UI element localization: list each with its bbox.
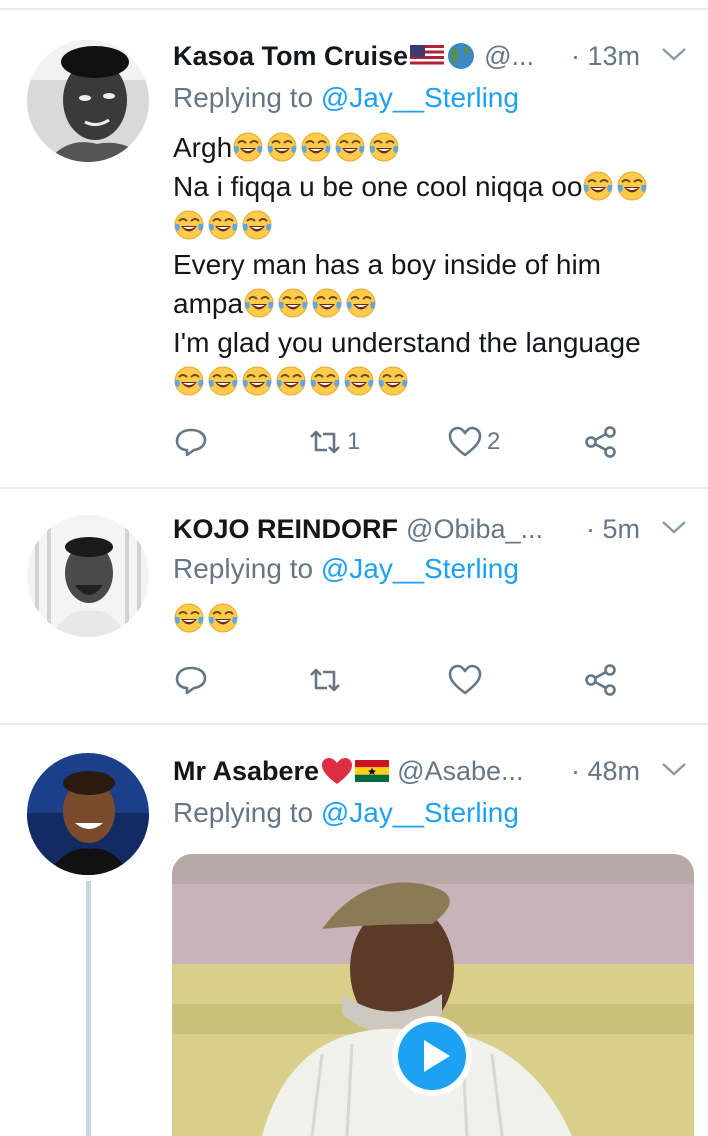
tweet-actions: 1 2 [173, 424, 693, 464]
text-line [173, 206, 693, 245]
red-heart-icon [322, 758, 353, 784]
tears-of-joy-emoji [241, 209, 273, 241]
text-line: I'm glad you understand the language [173, 323, 693, 362]
avatar[interactable] [27, 515, 149, 637]
tweet[interactable]: KOJO REINDORF @Obiba_... · 5m Replying t… [0, 489, 708, 723]
tears-of-joy-emoji [311, 287, 343, 319]
tweet-header: Mr Asabere @Asabe... · 48m [173, 751, 688, 791]
text-line-content: Na i fiqqa u be one cool niqqa oo [173, 171, 583, 202]
share-button[interactable] [583, 424, 619, 460]
globe-icon [448, 43, 475, 69]
text-line-content: Argh [173, 132, 233, 163]
tears-of-joy-emoji [343, 365, 375, 397]
tears-of-joy-emoji [345, 287, 377, 319]
retweet-count: 1 [347, 428, 361, 455]
mention-link[interactable]: @Jay__Sterling [321, 82, 519, 113]
tears-of-joy-emoji [173, 602, 205, 634]
like-button[interactable]: 2 [447, 424, 500, 460]
tears-of-joy-emoji [173, 209, 205, 241]
tears-of-joy-emoji [275, 365, 307, 397]
tears-of-joy-emoji [377, 365, 409, 397]
replying-to: Replying to @Jay__Sterling [173, 553, 519, 585]
text-line-content: Every man has a boy inside of him [173, 249, 601, 280]
text-line: ampa [173, 284, 693, 323]
reply-button[interactable] [173, 662, 209, 698]
tears-of-joy-emoji [243, 287, 275, 319]
retweet-icon [310, 430, 340, 454]
tears-of-joy-emoji [309, 365, 341, 397]
chevron-down-icon[interactable] [660, 757, 688, 781]
reply-icon [175, 428, 207, 457]
retweet-button[interactable] [307, 662, 343, 698]
display-name[interactable]: Kasoa Tom Cruise [173, 41, 408, 72]
reply-icon [175, 666, 207, 695]
chevron-down-icon[interactable] [660, 515, 688, 539]
text-line [173, 599, 693, 638]
tears-of-joy-emoji [207, 602, 239, 634]
thread-line [86, 881, 91, 1136]
text-line [173, 362, 693, 401]
like-button[interactable] [447, 662, 483, 698]
tears-of-joy-emoji [207, 209, 239, 241]
reply-button[interactable] [173, 424, 213, 460]
text-line: Every man has a boy inside of him [173, 245, 693, 284]
tweet-actions [173, 662, 693, 702]
tweet-text: Argh Na i fiqqa u be one cool niqqa oo E… [173, 128, 693, 401]
video-media[interactable] [172, 854, 694, 1136]
tears-of-joy-emoji [616, 170, 648, 202]
tweet-header: KOJO REINDORF @Obiba_... · 5m [173, 509, 688, 549]
tweet-header: Kasoa Tom Cruise @... · 13m [173, 36, 688, 76]
text-line-content: I'm glad you understand the language [173, 327, 641, 358]
replying-to: Replying to @Jay__Sterling [173, 82, 519, 114]
tears-of-joy-emoji [266, 131, 298, 163]
tears-of-joy-emoji [368, 131, 400, 163]
tears-of-joy-emoji [232, 131, 264, 163]
replying-label: Replying to [173, 797, 314, 828]
tears-of-joy-emoji [300, 131, 332, 163]
tears-of-joy-emoji [582, 170, 614, 202]
tears-of-joy-emoji [207, 365, 239, 397]
tweet[interactable]: Kasoa Tom Cruise @... · 13m Replying to … [0, 0, 708, 487]
retweet-icon [310, 668, 340, 692]
replying-label: Replying to [173, 553, 314, 584]
tears-of-joy-emoji [241, 365, 273, 397]
handle[interactable]: @Asabe... [397, 756, 523, 787]
text-line: Na i fiqqa u be one cool niqqa oo [173, 167, 693, 206]
heart-icon [448, 426, 482, 457]
chevron-down-icon[interactable] [660, 42, 688, 66]
avatar[interactable] [27, 753, 149, 875]
play-icon[interactable] [390, 1014, 474, 1098]
share-icon [585, 664, 616, 696]
display-name[interactable]: KOJO REINDORF [173, 514, 398, 545]
text-line-content: ampa [173, 288, 244, 319]
like-count: 2 [487, 428, 501, 455]
tears-of-joy-emoji [277, 287, 309, 319]
replying-to: Replying to @Jay__Sterling [173, 797, 519, 829]
mention-link[interactable]: @Jay__Sterling [321, 797, 519, 828]
share-icon [585, 426, 616, 458]
avatar[interactable] [27, 40, 149, 162]
tweet[interactable]: Mr Asabere @Asabe... · 48m Replying to @… [0, 725, 708, 1136]
tears-of-joy-emoji [173, 365, 205, 397]
text-line: Argh [173, 128, 693, 167]
handle[interactable]: @... [484, 41, 534, 72]
heart-icon [448, 664, 482, 695]
ghana-flag-icon [355, 760, 390, 782]
retweet-button[interactable]: 1 [307, 424, 360, 460]
tweet-text [173, 599, 693, 638]
mention-link[interactable]: @Jay__Sterling [321, 553, 519, 584]
us-flag-icon [410, 45, 445, 67]
tears-of-joy-emoji [334, 131, 366, 163]
share-button[interactable] [583, 662, 619, 698]
handle[interactable]: @Obiba_... [406, 514, 543, 545]
replying-label: Replying to [173, 82, 314, 113]
display-name[interactable]: Mr Asabere [173, 756, 319, 787]
